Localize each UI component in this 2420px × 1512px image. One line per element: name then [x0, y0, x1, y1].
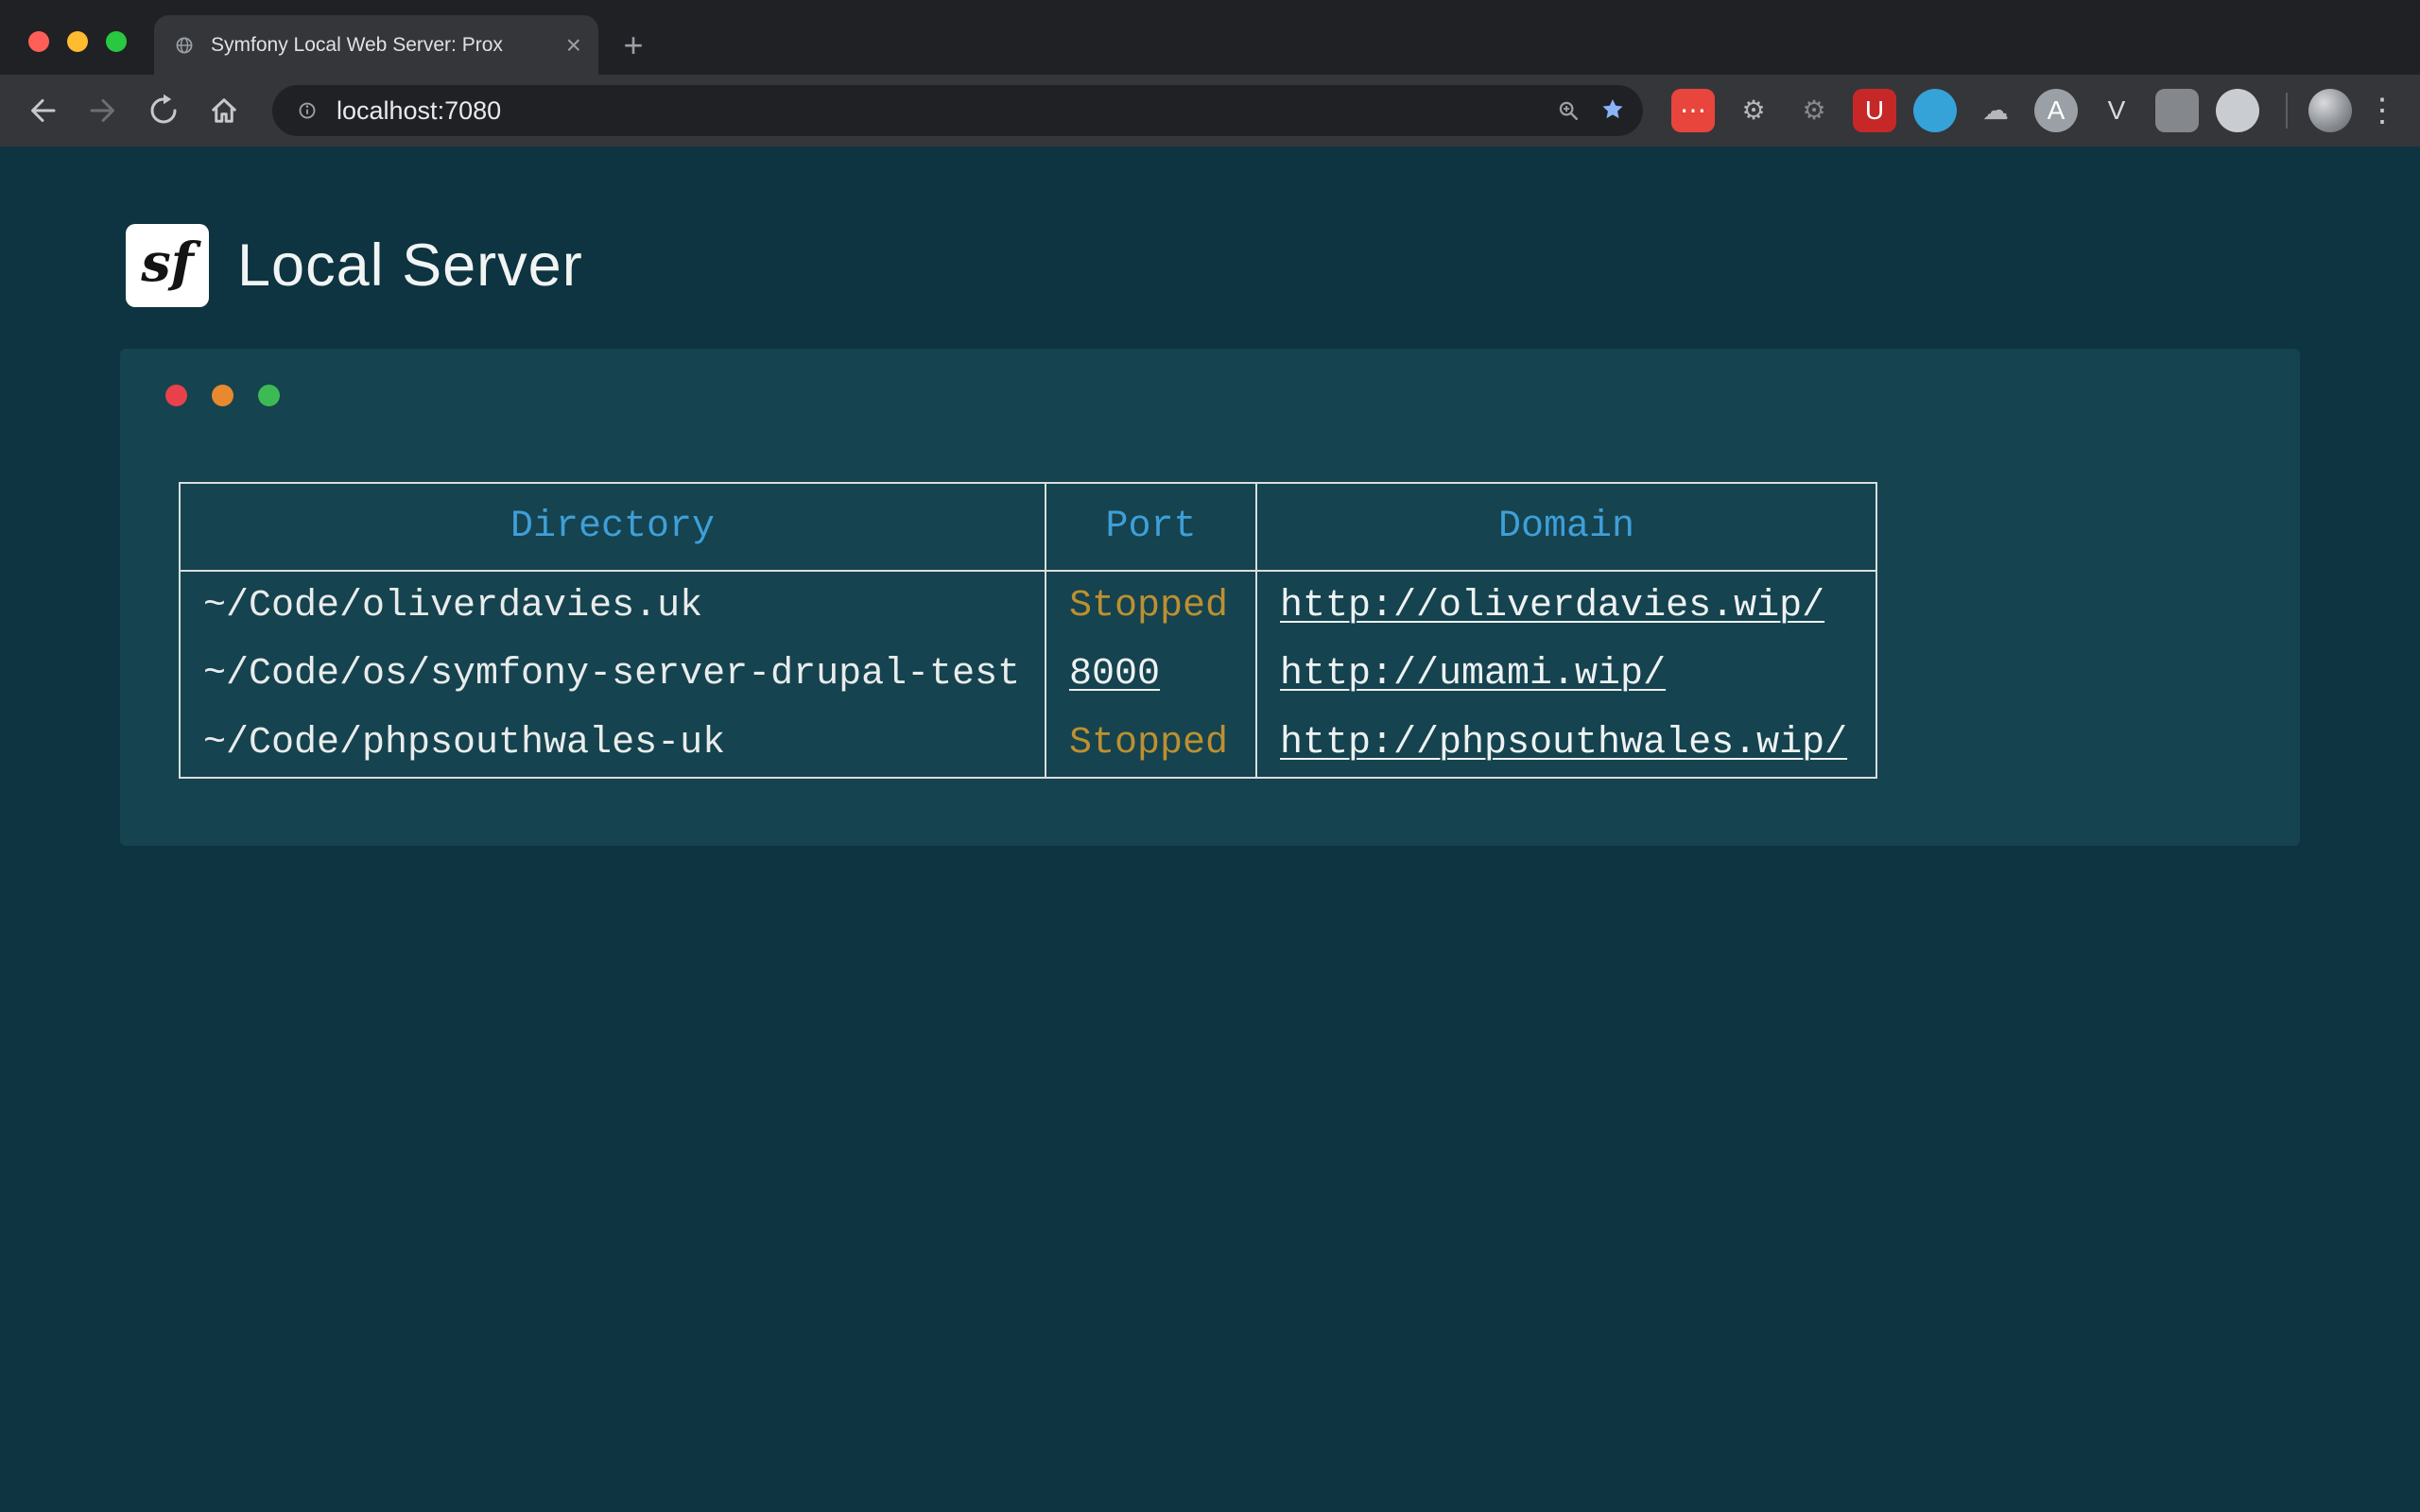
tab-title: Symfony Local Web Server: Prox: [211, 34, 553, 57]
port-link[interactable]: 8000: [1069, 653, 1160, 696]
domain-link[interactable]: http://umami.wip/: [1280, 653, 1666, 696]
table-row: ~/Code/phpsouthwales-uk Stopped http://p…: [180, 709, 1876, 778]
browser-menu-icon[interactable]: ⋮: [2361, 92, 2403, 129]
server-card: Directory Port Domain ~/Code/oliverdavie…: [120, 349, 2300, 846]
card-dot-orange: [212, 385, 233, 406]
gear-extension-icon[interactable]: ⚙: [1732, 89, 1775, 132]
card-dot-green: [258, 385, 280, 406]
table-row: ~/Code/oliverdavies.uk Stopped http://ol…: [180, 571, 1876, 640]
brand-header: sf Local Server: [0, 146, 2420, 307]
card-dot-red: [165, 385, 187, 406]
window-controls: [28, 31, 127, 52]
column-header-directory: Directory: [180, 483, 1046, 571]
symfony-logo-glyph: sf: [141, 232, 194, 294]
port-status: Stopped: [1069, 722, 1228, 765]
window-zoom-button[interactable]: [106, 31, 127, 52]
home-icon[interactable]: [199, 85, 250, 136]
directory-cell: ~/Code/phpsouthwales-uk: [180, 709, 1046, 778]
column-header-domain: Domain: [1256, 483, 1876, 571]
table-row: ~/Code/os/symfony-server-drupal-test 800…: [180, 640, 1876, 709]
github-extension-icon[interactable]: [2216, 89, 2259, 132]
back-icon[interactable]: [17, 85, 68, 136]
browser-tab[interactable]: Symfony Local Web Server: Prox ×: [154, 15, 598, 75]
directory-cell: ~/Code/oliverdavies.uk: [180, 571, 1046, 640]
page-content: sf Local Server Directory Port Domain ~/…: [0, 146, 2420, 1512]
blue-circle-extension-icon[interactable]: [1913, 89, 1957, 132]
gear-dark-extension-icon[interactable]: ⚙: [1792, 89, 1836, 132]
domain-link[interactable]: http://oliverdavies.wip/: [1280, 585, 1824, 627]
cloud-extension-icon[interactable]: ☁: [1974, 89, 2017, 132]
page-title: Local Server: [237, 232, 583, 300]
window-close-button[interactable]: [28, 31, 49, 52]
table-header-row: Directory Port Domain: [180, 483, 1876, 571]
zoom-icon[interactable]: [1554, 96, 1582, 125]
browser-toolbar: localhost:7080 ⋯ ⚙ ⚙ U ☁ AV ⋮: [0, 75, 2420, 146]
globe-favicon-icon: [171, 32, 198, 59]
directory-cell: ~/Code/os/symfony-server-drupal-test: [180, 640, 1046, 709]
url-text[interactable]: localhost:7080: [337, 96, 1539, 126]
card-window-dots: [165, 385, 2300, 406]
forward-icon: [78, 85, 129, 136]
site-info-icon[interactable]: [293, 96, 321, 125]
reload-icon[interactable]: [138, 85, 189, 136]
bookmark-star-icon[interactable]: [1598, 95, 1628, 126]
tab-close-icon[interactable]: ×: [566, 32, 581, 59]
toolbar-divider: [2286, 93, 2288, 129]
ublock-extension-icon[interactable]: U: [1853, 89, 1896, 132]
window-minimize-button[interactable]: [67, 31, 88, 52]
letter-v-extension-icon[interactable]: V: [2095, 89, 2138, 132]
profile-avatar[interactable]: [2308, 89, 2352, 132]
symfony-logo: sf: [126, 224, 209, 307]
address-bar[interactable]: localhost:7080: [272, 85, 1643, 136]
extensions: ⋯ ⚙ ⚙ U ☁ AV: [1671, 89, 2259, 132]
red-dots-extension-icon[interactable]: ⋯: [1671, 89, 1715, 132]
browser-chrome: Symfony Local Web Server: Prox × +: [0, 0, 2420, 146]
letter-a-extension-icon[interactable]: A: [2034, 89, 2078, 132]
domain-link[interactable]: http://phpsouthwales.wip/: [1280, 722, 1847, 765]
new-tab-button[interactable]: +: [614, 26, 653, 65]
servers-table: Directory Port Domain ~/Code/oliverdavie…: [179, 482, 1877, 779]
tab-strip: Symfony Local Web Server: Prox × +: [0, 0, 2420, 75]
column-header-port: Port: [1046, 483, 1256, 571]
gray-square-extension-icon[interactable]: [2155, 89, 2199, 132]
port-status: Stopped: [1069, 585, 1228, 627]
